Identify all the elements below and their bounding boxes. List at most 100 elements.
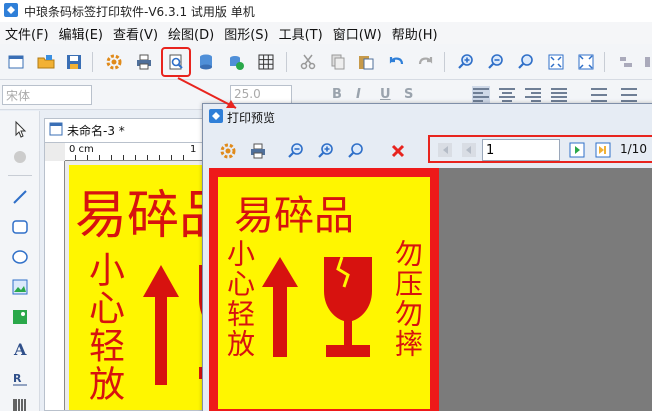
- zoom-out-icon[interactable]: [285, 140, 307, 162]
- fragile-symbol-icon: [262, 249, 386, 362]
- left-toolbox: A R: [0, 111, 40, 411]
- label-title-text: 易碎品: [75, 186, 213, 246]
- fit-page-icon[interactable]: [544, 50, 568, 74]
- redo-icon[interactable]: [414, 50, 438, 74]
- font-name-select[interactable]: 宋体: [2, 85, 92, 105]
- print-preview-window: 打印预览 1/10 易碎品 小心轻放 勿压勿摔: [202, 103, 652, 411]
- window-title: 中琅条码标签打印软件-V6.3.1 试用版 单机: [24, 4, 255, 19]
- undo-icon[interactable]: [384, 50, 408, 74]
- menu-file[interactable]: 文件(F): [0, 24, 54, 43]
- print-settings-icon[interactable]: [217, 140, 239, 162]
- toolbox-separator: [8, 175, 32, 176]
- last-page-icon[interactable]: [592, 139, 614, 161]
- text-tool-icon[interactable]: A: [10, 339, 30, 359]
- menu-view[interactable]: 查看(V): [108, 24, 163, 43]
- data-refresh-icon[interactable]: [224, 50, 248, 74]
- print-preview-icon[interactable]: [161, 47, 191, 77]
- ruler-tick: [159, 155, 160, 160]
- zoom-icon[interactable]: [514, 50, 538, 74]
- document-icon: [49, 122, 63, 139]
- zoom-in-icon[interactable]: [454, 50, 478, 74]
- copy-icon[interactable]: [326, 50, 350, 74]
- horizontal-ruler: 0 cm 1: [65, 143, 213, 161]
- page-number-input[interactable]: [482, 139, 560, 161]
- align-right-icon[interactable]: [524, 86, 542, 104]
- cut-icon[interactable]: [296, 50, 320, 74]
- menu-edit[interactable]: 编辑(E): [54, 24, 108, 43]
- database-icon[interactable]: [194, 50, 218, 74]
- grid-icon[interactable]: [254, 50, 278, 74]
- zoom-out-icon[interactable]: [484, 50, 508, 74]
- menu-bar: 文件(F) 编辑(E) 查看(V) 绘图(D) 图形(S) 工具(T) 窗口(W…: [0, 22, 652, 44]
- rounded-rect-tool-icon[interactable]: [10, 217, 30, 237]
- picture-tool-icon[interactable]: [10, 307, 30, 327]
- save-icon[interactable]: [62, 50, 86, 74]
- rich-text-tool-icon[interactable]: R: [10, 369, 30, 389]
- menu-draw[interactable]: 绘图(D): [163, 24, 219, 43]
- ruler-tick: [183, 155, 184, 160]
- ruler-mark-1: 1: [190, 144, 197, 155]
- label-title-text: 易碎品: [234, 193, 354, 239]
- select-pointer-icon[interactable]: [10, 119, 30, 139]
- ellipse-tool-icon[interactable]: [10, 247, 30, 267]
- barcode-tool-icon[interactable]: [10, 395, 30, 411]
- underline-button[interactable]: U: [380, 87, 391, 102]
- first-page-icon[interactable]: [434, 139, 456, 161]
- window-titlebar: 中琅条码标签打印软件-V6.3.1 试用版 单机: [0, 0, 652, 22]
- image-tool-icon[interactable]: [10, 277, 30, 297]
- distribute-icon[interactable]: [640, 50, 652, 74]
- svg-text:R: R: [13, 372, 22, 385]
- new-document-icon[interactable]: [4, 50, 28, 74]
- label-left-text: 小心轻放: [83, 251, 124, 403]
- preview-titlebar: 打印预览: [203, 104, 652, 130]
- menu-tools[interactable]: 工具(T): [274, 24, 328, 43]
- ruler-tick: [147, 155, 148, 160]
- menu-help[interactable]: 帮助(H): [387, 24, 443, 43]
- ruler-unit-label: 0 cm: [69, 144, 94, 155]
- bold-button[interactable]: B: [332, 87, 342, 102]
- ruler-tick: [171, 155, 172, 160]
- align-center-icon[interactable]: [498, 86, 516, 104]
- svg-text:A: A: [13, 340, 27, 358]
- ruler-tick: [87, 155, 88, 160]
- main-toolbar: [0, 44, 652, 80]
- app-logo-icon: [4, 2, 18, 20]
- document-title: 未命名-3 *: [67, 124, 125, 138]
- zoom-icon[interactable]: [345, 140, 367, 162]
- close-preview-icon[interactable]: [387, 140, 409, 162]
- strikethrough-button[interactable]: S: [404, 87, 413, 102]
- ruler-tick: [135, 155, 136, 160]
- justify-icon[interactable]: [550, 86, 568, 104]
- align-left-icon[interactable]: [472, 86, 490, 104]
- print-icon[interactable]: [132, 50, 156, 74]
- label-left-text: 小心轻放: [223, 239, 256, 359]
- line-spacing-icon[interactable]: [590, 86, 608, 104]
- ruler-tick: [99, 155, 100, 160]
- actual-size-icon[interactable]: [574, 50, 598, 74]
- paste-icon[interactable]: [354, 50, 378, 74]
- settings-gear-icon[interactable]: [102, 50, 126, 74]
- document-tab[interactable]: 未命名-3 *: [44, 118, 204, 142]
- design-canvas[interactable]: 0 cm 1 易碎品 小心轻放: [44, 142, 214, 411]
- menu-shape[interactable]: 图形(S): [219, 24, 273, 43]
- preview-canvas[interactable]: 易碎品 小心轻放 勿压勿摔: [209, 168, 652, 411]
- design-label-canvas[interactable]: 易碎品 小心轻放: [69, 165, 213, 410]
- page-navigator: 1/10: [428, 135, 652, 163]
- open-folder-icon[interactable]: [34, 50, 58, 74]
- print-icon[interactable]: [247, 140, 269, 162]
- zoom-in-icon[interactable]: [315, 140, 337, 162]
- previous-page-icon[interactable]: [458, 139, 480, 161]
- italic-button[interactable]: I: [356, 87, 361, 102]
- page-count: 1/10: [620, 142, 647, 156]
- next-page-icon[interactable]: [566, 139, 588, 161]
- align-objects-icon[interactable]: [614, 50, 638, 74]
- preview-window-icon: [209, 108, 223, 126]
- line-tool-icon[interactable]: [10, 187, 30, 207]
- vertical-ruler: [45, 161, 65, 410]
- rotate-icon[interactable]: [10, 147, 30, 167]
- char-spacing-icon[interactable]: [620, 86, 638, 104]
- menu-window[interactable]: 窗口(W): [328, 24, 387, 43]
- font-size-select[interactable]: 25.0: [230, 85, 292, 105]
- toolbar-separator: [92, 52, 93, 72]
- ruler-tick: [75, 155, 76, 160]
